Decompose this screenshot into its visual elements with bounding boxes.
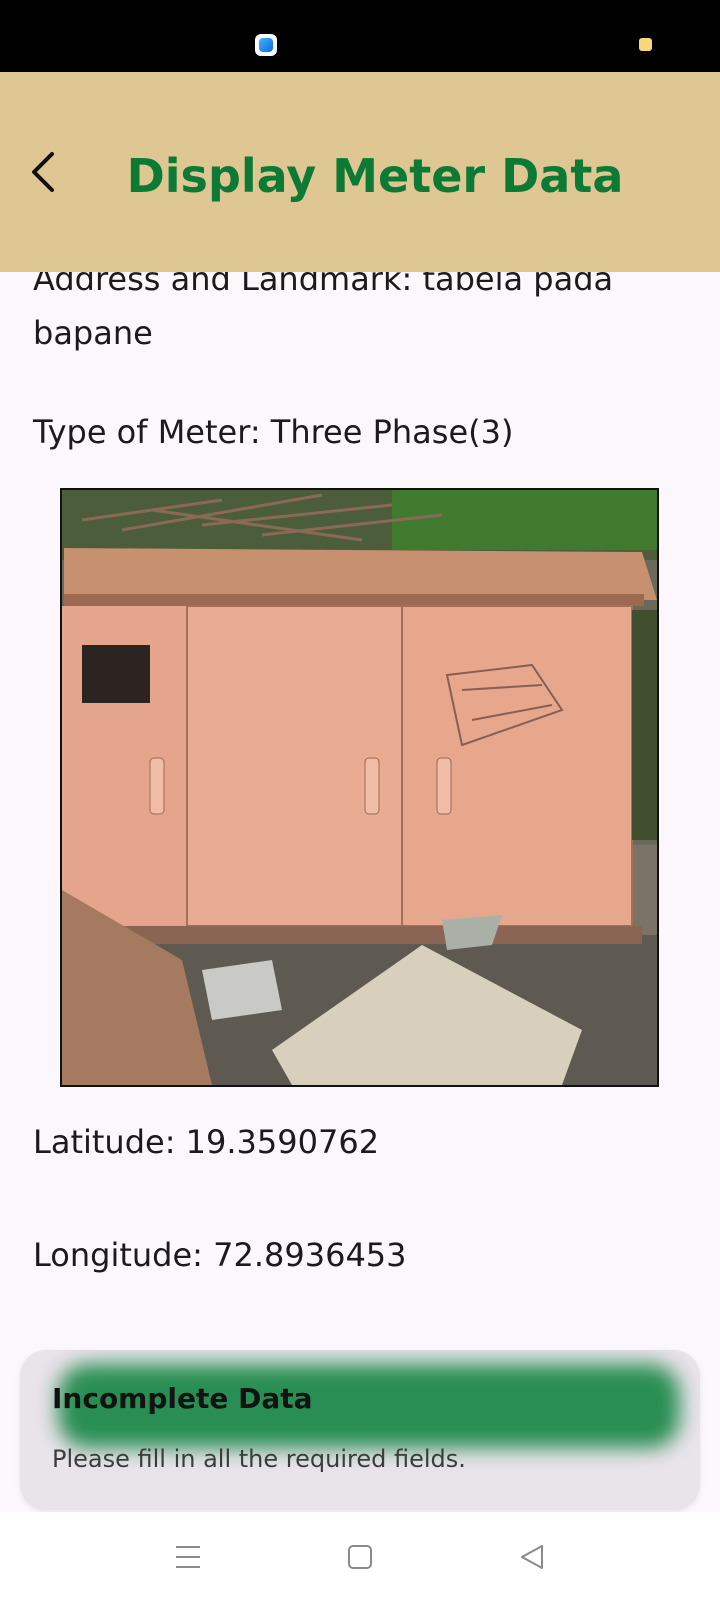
nav-menu-button[interactable]	[163, 1532, 213, 1582]
system-nav-bar	[0, 1512, 720, 1600]
latitude-text: Latitude: 19.3590762	[33, 1123, 380, 1161]
meter-cabinet-photo-icon	[62, 490, 657, 1085]
page-title: Display Meter Data	[126, 149, 624, 203]
menu-icon	[176, 1546, 200, 1568]
status-bar	[0, 0, 720, 72]
meter-photo	[60, 488, 659, 1087]
longitude-text: Longitude: 72.8936453	[33, 1236, 407, 1274]
status-indicator-icon	[639, 38, 652, 51]
home-square-icon	[348, 1545, 372, 1569]
back-triangle-icon	[521, 1545, 543, 1569]
nav-home-button[interactable]	[335, 1532, 385, 1582]
app-notification-icon	[255, 34, 277, 56]
snackbar-title: Incomplete Data	[52, 1382, 313, 1415]
incomplete-data-snackbar[interactable]: Incomplete Data Please fill in all the r…	[20, 1350, 700, 1510]
nav-back-button[interactable]	[507, 1532, 557, 1582]
snackbar-message: Please fill in all the required fields.	[52, 1445, 466, 1473]
meter-type-text: Type of Meter: Three Phase(3)	[33, 413, 514, 451]
